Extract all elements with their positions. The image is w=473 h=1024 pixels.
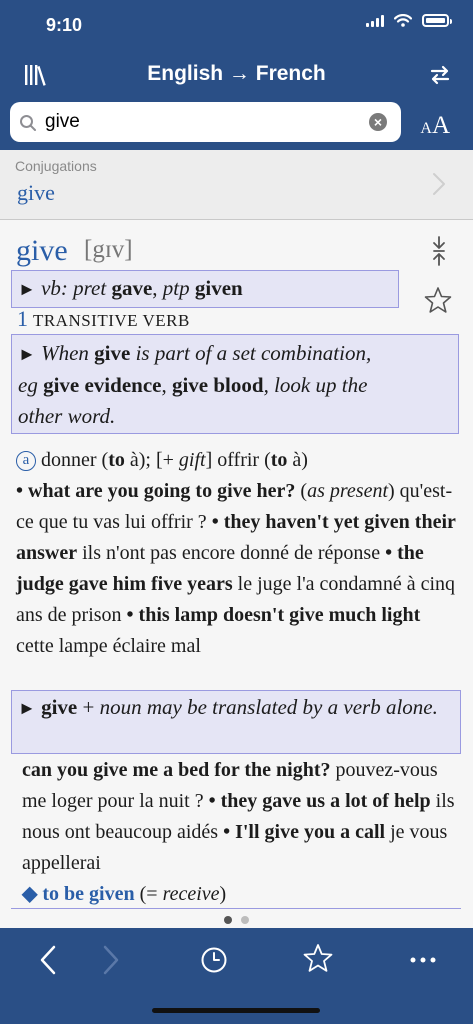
conjugations-label: Conjugations bbox=[15, 158, 97, 174]
swap-languages-button[interactable] bbox=[429, 64, 451, 91]
more-icon[interactable] bbox=[409, 956, 437, 964]
history-icon[interactable] bbox=[200, 946, 228, 974]
font-size-large-label: A bbox=[431, 112, 450, 139]
page-dot-1[interactable] bbox=[224, 915, 232, 924]
cellular-signal-icon bbox=[366, 14, 384, 27]
sense-heading: 1 TRANSITIVE VERB bbox=[17, 306, 190, 331]
chevron-right-icon bbox=[433, 173, 445, 195]
search-input[interactable] bbox=[45, 111, 345, 133]
status-time: 9:10 bbox=[46, 15, 83, 35]
search-icon bbox=[20, 115, 36, 131]
forward-icon[interactable] bbox=[101, 944, 121, 976]
search-box: × bbox=[10, 102, 401, 142]
entry-phonetic: [gɪv] bbox=[84, 236, 133, 263]
conjugations-word: give bbox=[17, 180, 55, 205]
note-next-border bbox=[11, 908, 461, 910]
swap-icon bbox=[430, 65, 450, 85]
page-dot-2[interactable] bbox=[241, 915, 249, 924]
status-icons bbox=[366, 14, 452, 27]
font-size-button[interactable]: AA bbox=[420, 112, 450, 140]
clear-search-icon[interactable]: × bbox=[369, 113, 387, 131]
entry-headword: give bbox=[16, 234, 68, 267]
back-icon[interactable] bbox=[38, 944, 58, 976]
triangle-icon: ► bbox=[18, 279, 36, 299]
favorite-star-icon[interactable] bbox=[423, 286, 453, 314]
sense-a-paragraph: a donner (to à); [+ gift] offrir (to à) … bbox=[16, 449, 456, 657]
phrase-link[interactable]: ◆ to be given bbox=[22, 883, 135, 905]
sense-letter-badge: a bbox=[16, 451, 36, 471]
font-size-small-label: A bbox=[420, 120, 432, 137]
examples-paragraph: can you give me a bed for the night? pou… bbox=[22, 759, 455, 905]
wifi-icon bbox=[394, 14, 412, 27]
note-translated-by-verb: ► give + noun may be translated by a ver… bbox=[11, 690, 461, 754]
header: 9:10 English → French give × AA bbox=[0, 0, 473, 150]
conjugations-row[interactable]: Conjugations give bbox=[0, 150, 473, 220]
nav-title: English → French bbox=[147, 62, 326, 85]
collapse-icon[interactable] bbox=[431, 236, 447, 266]
note-set-combination: ► When give is part of a set combination… bbox=[11, 334, 459, 434]
battery-icon bbox=[422, 14, 452, 27]
entry-content[interactable]: give [gɪv] ► vb: pret gave, ptp given 1 … bbox=[0, 222, 473, 912]
note-inflections: ► vb: pret gave, ptp given bbox=[11, 270, 399, 308]
page-indicator[interactable] bbox=[0, 912, 473, 927]
favorites-icon[interactable] bbox=[302, 943, 334, 973]
home-indicator[interactable] bbox=[152, 1008, 320, 1013]
